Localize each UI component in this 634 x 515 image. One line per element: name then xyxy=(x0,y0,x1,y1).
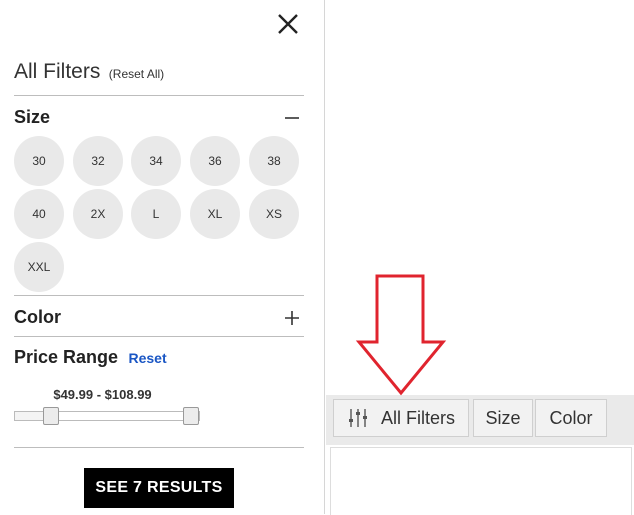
price-reset-link[interactable]: Reset xyxy=(129,350,167,366)
size-option-30[interactable]: 30 xyxy=(14,136,64,186)
divider xyxy=(14,447,304,448)
filter-title-row: All Filters (Reset All) xyxy=(14,60,164,84)
size-option-2x[interactable]: 2X xyxy=(73,189,123,239)
divider xyxy=(14,295,304,296)
price-range-heading: Price Range xyxy=(14,347,119,367)
plus-icon[interactable] xyxy=(284,310,300,326)
divider xyxy=(14,95,304,96)
page-title: All Filters xyxy=(14,60,101,83)
size-option-40[interactable]: 40 xyxy=(14,189,64,239)
size-option-xs[interactable]: XS xyxy=(249,189,299,239)
sliders-icon xyxy=(348,409,367,427)
results-area xyxy=(330,447,632,515)
close-icon[interactable] xyxy=(276,12,300,36)
all-filters-label: All Filters xyxy=(380,407,455,428)
price-range-value: $49.99 - $108.99 xyxy=(53,387,152,402)
size-option-36[interactable]: 36 xyxy=(190,136,240,186)
size-section-heading: Size xyxy=(14,107,51,127)
size-option-xxl[interactable]: XXL xyxy=(14,242,64,292)
minus-icon[interactable] xyxy=(284,110,300,126)
size-option-34[interactable]: 34 xyxy=(131,136,181,186)
price-slider-min-handle[interactable] xyxy=(43,407,59,425)
size-option-32[interactable]: 32 xyxy=(73,136,123,186)
size-option-38[interactable]: 38 xyxy=(249,136,299,186)
divider xyxy=(14,336,304,337)
see-results-button[interactable]: SEE 7 RESULTS xyxy=(84,468,234,508)
price-slider-max-handle[interactable] xyxy=(183,407,199,425)
size-option-xl[interactable]: XL xyxy=(190,189,240,239)
panel-border xyxy=(324,0,325,514)
price-range-heading-row: Price Range Reset xyxy=(14,347,167,368)
all-filters-button[interactable]: All Filters xyxy=(333,399,469,437)
size-option-l[interactable]: L xyxy=(131,189,181,239)
color-section-heading[interactable]: Color xyxy=(14,307,61,328)
size-filter-button[interactable]: Size xyxy=(473,399,533,437)
reset-all-link[interactable]: (Reset All) xyxy=(109,67,164,81)
price-slider-track[interactable] xyxy=(14,411,200,421)
color-filter-button[interactable]: Color xyxy=(535,399,607,437)
price-slider-range xyxy=(51,412,191,420)
arrow-down-icon xyxy=(355,274,447,396)
filter-panel: All Filters (Reset All) Size 30 32 34 36… xyxy=(0,0,324,514)
